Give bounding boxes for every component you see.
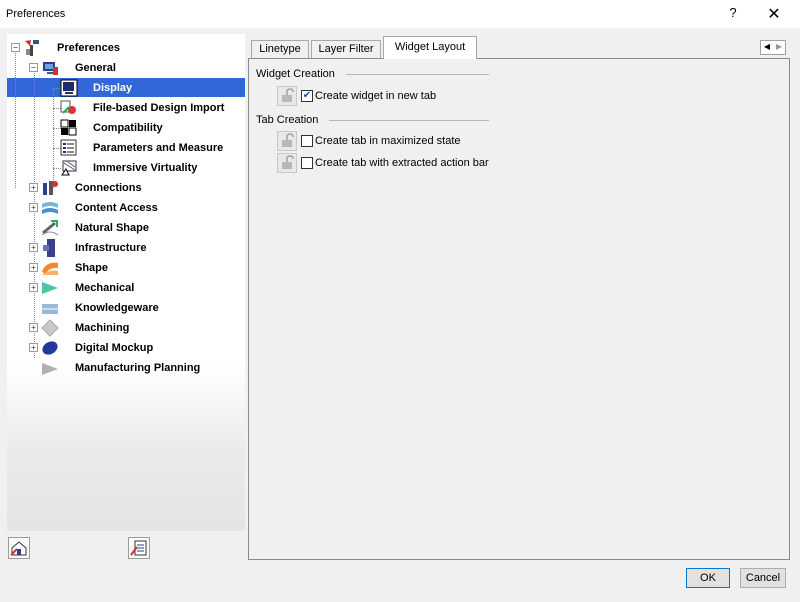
tree-item-label: General: [75, 62, 116, 74]
help-button[interactable]: ?: [726, 5, 740, 23]
tab-widget-layout[interactable]: Widget Layout: [383, 36, 477, 59]
tree-item-label: Infrastructure: [75, 242, 147, 254]
tab-scroll-buttons: ◀ ▶: [760, 40, 786, 55]
tree-item-infrastructure[interactable]: + Infrastructure: [7, 238, 245, 258]
tree-item-label: Natural Shape: [75, 222, 149, 234]
tab-scroll-right-button[interactable]: ▶: [773, 42, 785, 51]
create-tab-maximized-label: Create tab in maximized state: [315, 135, 461, 147]
close-button[interactable]: ✕: [762, 4, 786, 24]
tree-item-compatibility[interactable]: Compatibility: [7, 118, 245, 138]
tree-item-label: Digital Mockup: [75, 342, 154, 354]
create-widget-in-new-tab-checkbox[interactable]: ✔: [301, 90, 313, 102]
natural-shape-icon: [41, 219, 59, 237]
title-bar: Preferences ? ✕: [0, 0, 800, 28]
tab-creation-title: Tab Creation: [256, 114, 319, 126]
tab-linetype[interactable]: Linetype: [251, 40, 309, 59]
lock-icon: [278, 155, 296, 175]
ok-button[interactable]: OK: [686, 568, 730, 588]
file-import-icon: [60, 99, 78, 117]
tree-item-display[interactable]: Display: [7, 78, 245, 98]
tree-item-label: Knowledgeware: [75, 302, 159, 314]
tab-scroll-left-button[interactable]: ◀: [761, 42, 773, 51]
tree-item-connections[interactable]: + Connections: [7, 178, 245, 198]
immersive-virtuality-icon: [60, 159, 78, 177]
tab-layer-filter[interactable]: Layer Filter: [311, 40, 381, 59]
export-settings-button[interactable]: [128, 537, 150, 559]
cancel-button[interactable]: Cancel: [740, 568, 786, 588]
lock-button[interactable]: [277, 86, 297, 106]
home-reset-icon: [9, 541, 29, 561]
expand-toggle[interactable]: +: [29, 283, 38, 292]
group-separator: [329, 120, 489, 121]
tree-item-label: Content Access: [75, 202, 158, 214]
tree-item-machining[interactable]: + Machining: [7, 318, 245, 338]
tree-item-label: Compatibility: [93, 122, 163, 134]
tab-strip: Linetype Layer Filter Widget Layout: [249, 36, 789, 59]
machining-icon: [41, 319, 59, 337]
tree-item-parameters-and-measure[interactable]: Parameters and Measure: [7, 138, 245, 158]
tree-item-label: Shape: [75, 262, 109, 274]
create-tab-extracted-action-bar-label: Create tab with extracted action bar: [315, 157, 489, 169]
widget-layout-page: Widget Creation ✔ Create widget in new t…: [248, 58, 790, 560]
knowledgeware-icon: [41, 299, 59, 317]
tree-item-label: File-based Design Import: [93, 102, 225, 114]
tree-item-label: Mechanical: [75, 282, 135, 294]
tree-item-natural-shape[interactable]: Natural Shape: [7, 218, 245, 238]
connections-icon: [41, 179, 59, 197]
preferences-tools-icon: [23, 39, 41, 57]
tree-item-label: Connections: [75, 182, 142, 194]
lock-button[interactable]: [277, 131, 297, 151]
tree-item-mechanical[interactable]: + Mechanical: [7, 278, 245, 298]
dialog-body: − Preferences − General Display File-bas…: [0, 28, 800, 602]
lock-button[interactable]: [277, 153, 297, 173]
tree-item-content-access[interactable]: + Content Access: [7, 198, 245, 218]
tree-item-preferences[interactable]: − Preferences: [7, 38, 245, 58]
mechanical-icon: [41, 279, 59, 297]
tree-item-label: Manufacturing Planning: [75, 362, 201, 374]
collapse-toggle[interactable]: −: [29, 63, 38, 72]
manufacturing-planning-icon: [41, 359, 59, 377]
tree-item-label: Display: [93, 82, 133, 94]
tree-item-label: Machining: [75, 322, 130, 334]
group-separator: [346, 74, 489, 75]
tree-item-label: Parameters and Measure: [93, 142, 224, 154]
expand-toggle[interactable]: +: [29, 323, 38, 332]
tree-item-digital-mockup[interactable]: + Digital Mockup: [7, 338, 245, 358]
tree-item-label: Preferences: [57, 42, 120, 54]
tree-item-label: Immersive Virtuality: [93, 162, 198, 174]
window-title: Preferences: [6, 8, 66, 20]
create-tab-maximized-checkbox[interactable]: [301, 135, 313, 147]
lock-icon: [278, 88, 296, 108]
export-settings-icon: [129, 540, 149, 561]
tree-item-manufacturing-planning[interactable]: Manufacturing Planning: [7, 358, 245, 378]
expand-toggle[interactable]: +: [29, 263, 38, 272]
general-monitor-icon: [41, 59, 59, 77]
shape-icon: [41, 259, 59, 277]
collapse-toggle[interactable]: −: [11, 43, 20, 52]
compatibility-icon: [60, 119, 78, 137]
tree-item-file-based-design-import[interactable]: File-based Design Import: [7, 98, 245, 118]
display-monitor-icon: [60, 79, 78, 97]
expand-toggle[interactable]: +: [29, 203, 38, 212]
widget-creation-title: Widget Creation: [256, 68, 335, 80]
tree-item-immersive-virtuality[interactable]: Immersive Virtuality: [7, 158, 245, 178]
expand-toggle[interactable]: +: [29, 183, 38, 192]
lock-icon: [278, 133, 296, 153]
expand-toggle[interactable]: +: [29, 343, 38, 352]
tree-item-knowledgeware[interactable]: Knowledgeware: [7, 298, 245, 318]
tree-item-shape[interactable]: + Shape: [7, 258, 245, 278]
infrastructure-icon: [41, 239, 59, 257]
create-tab-extracted-action-bar-checkbox[interactable]: [301, 157, 313, 169]
expand-toggle[interactable]: +: [29, 243, 38, 252]
reset-home-button[interactable]: [8, 537, 30, 559]
parameters-measure-icon: [60, 139, 78, 157]
preferences-tree: − Preferences − General Display File-bas…: [7, 34, 245, 531]
digital-mockup-icon: [41, 339, 59, 357]
create-widget-in-new-tab-label: Create widget in new tab: [315, 90, 437, 102]
tree-item-general[interactable]: − General: [7, 58, 245, 78]
content-access-icon: [41, 199, 59, 217]
